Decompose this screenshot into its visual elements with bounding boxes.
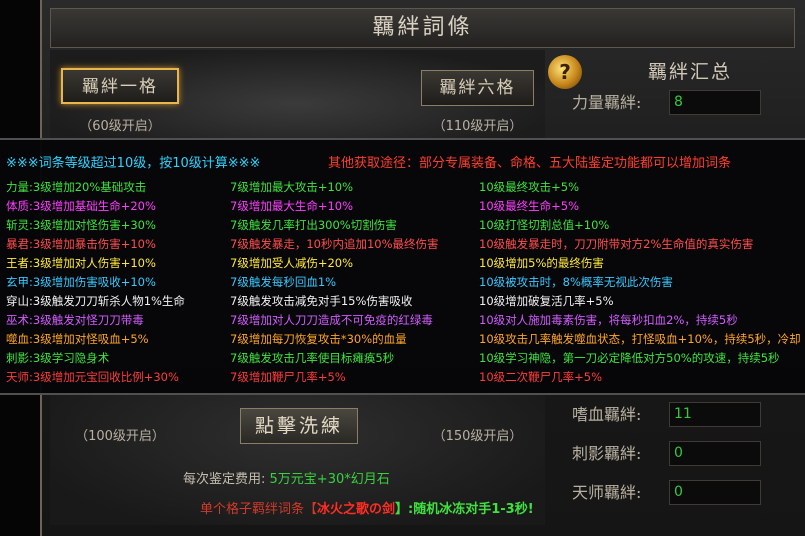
- affix-level-3: 力量:3级增加20%基础攻击: [6, 178, 146, 197]
- affix-level-7: 7级增加对人刀刀造成不可免疫的红绿毒: [230, 313, 433, 327]
- affix-level-3-text: 3级增加伤害吸收+10%: [32, 275, 156, 289]
- affix-level-10: 10级攻击几率触发噬血状态，打怪吸血+10%，持续5秒，冷却: [479, 332, 801, 346]
- affix-level-7: 7级增加受人减伤+20%: [230, 256, 354, 270]
- affix-level-3-text: 3级增加对怪伤害+30%: [32, 218, 156, 232]
- appraisal-cost: 每次鉴定费用: 5万元宝+30*幻月石: [183, 468, 390, 487]
- summary-label: 天师羈絆:: [572, 483, 642, 502]
- affix-row: 巫术:3级触发对怪刀刀带毒 7级增加对人刀刀造成不可免疫的红绿毒 10级对人施加毒素…: [0, 311, 805, 330]
- affix-level-10: 10级增加5%的最终伤害: [479, 256, 604, 270]
- slot-1-button[interactable]: 羈絆一格: [61, 68, 179, 104]
- affix-level-3-text: 3级学习隐身术: [32, 351, 110, 365]
- hint-suffix: 】:随机冰冻对手1-3秒!: [395, 502, 534, 517]
- hint-item: 冰火之歌の剑: [317, 502, 396, 517]
- affix-level-3-text: 3级增加基础生命+20%: [32, 199, 156, 213]
- affix-name: 王者:: [6, 256, 33, 270]
- affix-level-3: 王者:3级增加对人伤害+10%: [6, 254, 156, 273]
- affix-row: 力量:3级增加20%基础攻击 7级增加最大攻击+10% 10级最终攻击+5%: [0, 178, 805, 197]
- affix-name: 力量:: [6, 180, 33, 194]
- slot-hint: 单个格子羁绊词条【冰火之歌の剑】:随机冰冻对手1-3秒!: [200, 498, 534, 517]
- affix-name: 噬血:: [6, 332, 33, 346]
- slot-6-button[interactable]: 羈絆六格: [421, 70, 534, 106]
- affix-level-10: 10级学习神隐，第一刀必定降低对方50%的攻速，持续5秒: [479, 351, 780, 365]
- hint-prefix: 单个格子羁绊词条【: [200, 502, 318, 517]
- affix-level-10: 10级最终攻击+5%: [479, 180, 580, 194]
- affix-name: 天师:: [6, 370, 33, 384]
- affix-row: 斩灵:3级增加对怪伤害+30% 7级触发几率打出300%切割伤害 10级打怪切割总值…: [0, 216, 805, 235]
- slot-6-open-level: （110级开启）: [432, 119, 523, 134]
- affix-level-3: 暴君:3级增加暴击伤害+10%: [6, 235, 156, 254]
- summary-value: 0: [669, 441, 761, 466]
- affix-name: 斩灵:: [6, 218, 33, 232]
- affix-level-7: 7级增加每刀恢复攻击*30%的血量: [230, 332, 407, 346]
- affix-row: 穿山:3级触发刀刀斩杀人物1%生命 7级触发攻击减免对手15%伤害吸收 10级增加破…: [0, 292, 805, 311]
- affix-level-3: 体质:3级增加基础生命+20%: [6, 197, 156, 216]
- summary-label: 嗜血羈絆:: [572, 405, 642, 424]
- affix-level-10: 10级增加破复活几率+5%: [479, 294, 614, 308]
- affix-level-10: 10级对人施加毒素伤害，将每秒扣血2%，持续5秒: [479, 313, 738, 327]
- affix-row: 暴君:3级增加暴击伤害+10% 7级触发暴走，10秒内追加10%最终伤害 10级触发…: [0, 235, 805, 254]
- affix-level-7: 7级触发攻击几率使目标瘫痪5秒: [230, 351, 395, 365]
- affix-level-3-text: 3级触发对怪刀刀带毒: [32, 313, 144, 327]
- affix-name: 刺影:: [6, 351, 33, 365]
- summary-label: 刺影羈絆:: [572, 444, 642, 463]
- affix-level-7: 7级触发每秒回血1%: [230, 275, 337, 289]
- summary-value: 11: [669, 402, 761, 427]
- affix-level-3: 玄甲:3级增加伤害吸收+10%: [6, 273, 156, 292]
- affix-row: 体质:3级增加基础生命+20% 7级增加最大生命+10% 10级最终生命+5%: [0, 197, 805, 216]
- tooltip-level-note: ※※※词条等级超过10级，按10级计算※※※: [6, 156, 261, 171]
- page-title: 羈絆詞條: [50, 8, 795, 48]
- affix-name: 体质:: [6, 199, 33, 213]
- summary-value: 8: [669, 90, 761, 115]
- tooltip-source-note: 其他获取途径：部分专属装备、命格、五大陆鉴定功能都可以增加词条: [328, 156, 732, 171]
- affix-row: 王者:3级增加对人伤害+10% 7级增加受人减伤+20% 10级增加5%的最终伤害: [0, 254, 805, 273]
- affix-level-3-text: 3级增加对怪吸血+5%: [32, 332, 149, 346]
- affix-level-3-text: 3级触发刀刀斩杀人物1%生命: [32, 294, 185, 308]
- affix-row: 天师:3级增加元宝回收比例+30% 7级增加鞭尸几率+5% 10级二次鞭尸几率+5%: [0, 368, 805, 387]
- affix-level-7: 7级触发攻击减免对手15%伤害吸收: [230, 294, 413, 308]
- affix-level-10: 10级被攻击时，8%概率无视此次伤害: [479, 275, 673, 289]
- slot-bottom-left-open-level: （100级开启）: [75, 429, 165, 444]
- affix-level-3: 巫术:3级触发对怪刀刀带毒: [6, 311, 144, 330]
- cost-label: 每次鉴定费用:: [183, 472, 266, 487]
- affix-level-3: 天师:3级增加元宝回收比例+30%: [6, 368, 179, 387]
- affix-row: 玄甲:3级增加伤害吸收+10% 7级触发每秒回血1% 10级被攻击时，8%概率无视此…: [0, 273, 805, 292]
- affix-level-7: 7级触发几率打出300%切割伤害: [230, 218, 397, 232]
- affix-level-3-text: 3级增加元宝回收比例+30%: [32, 370, 179, 384]
- affix-name: 暴君:: [6, 237, 33, 251]
- affix-level-3: 穿山:3级触发刀刀斩杀人物1%生命: [6, 292, 185, 311]
- affix-level-7: 7级增加鞭尸几率+5%: [230, 370, 346, 384]
- summary-title: 羈絆汇总: [647, 61, 732, 83]
- question-gem-icon[interactable]: ?: [548, 55, 582, 89]
- affix-level-7: 7级增加最大生命+10%: [230, 199, 354, 213]
- affix-level-10: 10级打怪切割总值+10%: [479, 218, 610, 232]
- affix-level-7: 7级增加最大攻击+10%: [230, 180, 354, 194]
- affix-name: 玄甲:: [6, 275, 33, 289]
- cost-value: 5万元宝+30*幻月石: [269, 472, 390, 487]
- affix-level-10: 10级最终生命+5%: [479, 199, 580, 213]
- affix-name: 巫术:: [6, 313, 33, 327]
- summary-label: 力量羈絆:: [572, 93, 642, 112]
- summary-value: 0: [669, 480, 761, 505]
- affix-level-3-text: 3级增加20%基础攻击: [32, 180, 147, 194]
- affix-level-10: 10级触发暴走时，刀刀附带对方2%生命值的真实伤害: [479, 237, 754, 251]
- affix-tooltip: ※※※词条等级超过10级，按10级计算※※※ 其他获取途径：部分专属装备、命格、…: [0, 138, 805, 395]
- refine-button[interactable]: 點擊洗練: [240, 408, 358, 444]
- affix-level-3: 刺影:3级学习隐身术: [6, 349, 109, 368]
- affix-row: 噬血:3级增加对怪吸血+5% 7级增加每刀恢复攻击*30%的血量 10级攻击几率触发…: [0, 330, 805, 349]
- affix-level-10: 10级二次鞭尸几率+5%: [479, 370, 603, 384]
- affix-level-3-text: 3级增加暴击伤害+10%: [32, 237, 156, 251]
- affix-level-7: 7级触发暴走，10秒内追加10%最终伤害: [230, 237, 439, 251]
- affix-level-3: 斩灵:3级增加对怪伤害+30%: [6, 216, 156, 235]
- affix-level-3: 噬血:3级增加对怪吸血+5%: [6, 330, 149, 349]
- affix-level-3-text: 3级增加对人伤害+10%: [32, 256, 156, 270]
- slot-bottom-right-open-level: （150级开启）: [432, 429, 523, 444]
- affix-row: 刺影:3级学习隐身术 7级触发攻击几率使目标瘫痪5秒 10级学习神隐，第一刀必定降低…: [0, 349, 805, 368]
- slot-1-open-level: （60级开启）: [79, 119, 161, 134]
- affix-name: 穿山:: [6, 294, 33, 308]
